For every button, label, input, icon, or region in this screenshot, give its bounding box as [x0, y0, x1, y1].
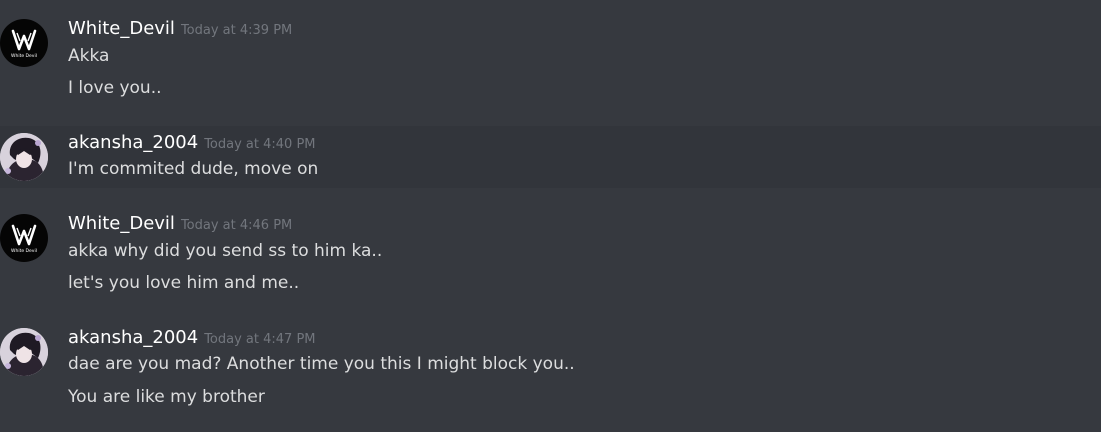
avatar[interactable] [0, 133, 48, 181]
avatar-logo-text: White Devil [11, 248, 37, 254]
message-text: You are like my brother [68, 387, 265, 407]
message-group: akansha_2004 Today at 4:47 PM dae are you… [0, 314, 1101, 432]
avatar[interactable]: White Devil [0, 214, 48, 262]
message-group: akansha_2004 Today at 4:40 PM I'm commite… [0, 126, 1101, 188]
message-text: let's you love him and me.. [68, 273, 300, 293]
username[interactable]: White_Devil [68, 213, 175, 234]
message-group: White Devil White_Devil Today at 4:39 PM … [0, 0, 1101, 120]
avatar[interactable] [0, 328, 48, 376]
avatar-logo-text: White Devil [11, 53, 37, 59]
username[interactable]: White_Devil [68, 18, 175, 39]
timestamp: Today at 4:46 PM [180, 218, 293, 233]
message-text: dae are you mad? Another time you this I… [68, 354, 575, 374]
message-text: akka why did you send ss to him ka.. [68, 241, 383, 261]
avatar[interactable]: White Devil [0, 19, 48, 67]
anime-avatar-icon [0, 328, 48, 376]
white-devil-logo-icon: White Devil [11, 224, 37, 254]
message-text: I'm commited dude, move on [68, 159, 319, 179]
white-devil-logo-icon: White Devil [11, 29, 37, 59]
timestamp: Today at 4:40 PM [204, 137, 316, 152]
message-header: akansha_2004 Today at 4:40 PM [68, 132, 316, 153]
chat-message-list: White Devil White_Devil Today at 4:39 PM … [0, 0, 1101, 432]
username[interactable]: akansha_2004 [68, 327, 198, 348]
timestamp: Today at 4:47 PM [204, 332, 316, 347]
anime-avatar-icon [0, 133, 48, 181]
message-text: Akka [68, 46, 110, 66]
message-group: White Devil White_Devil Today at 4:46 PM … [0, 200, 1101, 310]
message-header: akansha_2004 Today at 4:47 PM [68, 327, 316, 348]
message-text: I love you.. [68, 78, 162, 98]
message-header: White_Devil Today at 4:39 PM [68, 18, 292, 39]
username[interactable]: akansha_2004 [68, 132, 198, 153]
message-header: White_Devil Today at 4:46 PM [68, 213, 292, 234]
timestamp: Today at 4:39 PM [180, 23, 293, 38]
